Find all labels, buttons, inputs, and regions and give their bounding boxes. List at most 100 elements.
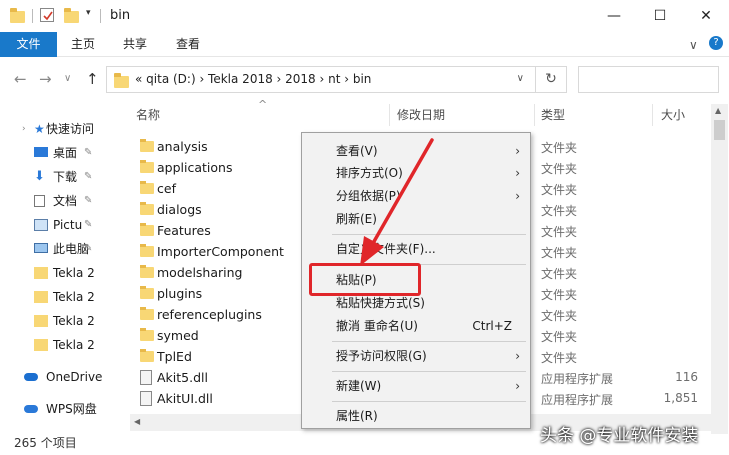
help-icon[interactable]: ? bbox=[709, 36, 723, 50]
file-name: referenceplugins bbox=[157, 307, 262, 322]
column-divider[interactable] bbox=[534, 104, 535, 126]
menu-item-label: 属性(R) bbox=[336, 409, 378, 423]
breadcrumb[interactable]: « qita (D:) › Tekla 2018 › 2018 › nt › b… bbox=[135, 72, 371, 86]
menu-separator bbox=[332, 401, 526, 402]
refresh-button[interactable]: ↻ bbox=[535, 66, 567, 93]
document-icon bbox=[34, 195, 45, 207]
column-divider[interactable] bbox=[389, 104, 390, 126]
nav-item-label: 快速访问 bbox=[46, 122, 95, 136]
nav-item-label: OneDrive bbox=[46, 370, 103, 384]
folder-icon bbox=[34, 267, 48, 279]
scroll-up-icon[interactable]: ▲ bbox=[715, 106, 721, 115]
minimize-button[interactable]: — bbox=[591, 0, 637, 32]
dll-file-icon bbox=[140, 370, 152, 385]
folder-icon bbox=[140, 223, 154, 236]
search-input[interactable] bbox=[578, 66, 719, 93]
forward-button[interactable]: → bbox=[39, 70, 52, 88]
scroll-thumb[interactable] bbox=[714, 120, 725, 140]
folder-icon bbox=[34, 315, 48, 327]
watermark: 头条 @专业软件安装 bbox=[540, 426, 699, 446]
back-button[interactable]: ← bbox=[14, 70, 27, 88]
file-type: 文件夹 bbox=[541, 225, 578, 239]
menu-item-give-access[interactable]: 授予访问权限(G) › bbox=[302, 345, 530, 367]
menu-item-properties[interactable]: 属性(R) bbox=[302, 405, 530, 427]
address-bar[interactable]: « qita (D:) › Tekla 2018 › 2018 › nt › b… bbox=[106, 66, 567, 93]
nav-item-this-pc[interactable]: 此电脑 ✎ bbox=[0, 238, 130, 260]
tab-share[interactable]: 共享 bbox=[114, 32, 156, 57]
file-size: 116 bbox=[675, 370, 698, 384]
column-divider[interactable] bbox=[652, 104, 653, 126]
file-type: 文件夹 bbox=[541, 351, 578, 365]
nav-item-pictures[interactable]: Pictu ✎ bbox=[0, 214, 130, 236]
file-type: 文件夹 bbox=[541, 309, 578, 323]
tab-view[interactable]: 查看 bbox=[167, 32, 209, 57]
pin-icon: ✎ bbox=[84, 171, 93, 182]
menu-separator bbox=[332, 341, 526, 342]
customize-quick-access-icon[interactable]: ▾ bbox=[86, 8, 100, 22]
menu-item-new[interactable]: 新建(W) › bbox=[302, 375, 530, 397]
menu-item-undo-rename[interactable]: 撤消 重命名(U) Ctrl+Z bbox=[302, 315, 530, 337]
nav-item-label: WPS网盘 bbox=[46, 402, 97, 416]
new-folder-icon[interactable] bbox=[64, 8, 79, 23]
nav-item-documents[interactable]: 文档 ✎ bbox=[0, 190, 130, 212]
ribbon: 文件 主页 共享 查看 ∨ ? bbox=[0, 32, 729, 57]
nav-item-tekla-4[interactable]: Tekla 2 bbox=[0, 334, 130, 356]
folder-icon bbox=[140, 202, 154, 215]
file-size: 1,851 bbox=[663, 391, 698, 405]
nav-item-desktop[interactable]: 桌面 ✎ bbox=[0, 142, 130, 164]
column-header-size[interactable]: 大小 bbox=[661, 104, 685, 126]
divider bbox=[32, 9, 33, 23]
recent-locations-button[interactable]: ∨ bbox=[64, 73, 71, 84]
column-header-type[interactable]: 类型 bbox=[541, 104, 565, 126]
menu-item-customize-folder[interactable]: 自定义文件夹(F)... bbox=[302, 238, 530, 260]
nav-item-downloads[interactable]: ⬇ 下载 ✎ bbox=[0, 166, 130, 188]
file-name: ImporterComponent bbox=[157, 244, 284, 259]
maximize-button[interactable]: ☐ bbox=[637, 0, 683, 32]
file-type: 文件夹 bbox=[541, 141, 578, 155]
submenu-arrow-icon: › bbox=[515, 349, 520, 363]
menu-item-label: 新建(W) bbox=[336, 379, 382, 393]
nav-item-onedrive[interactable]: OneDrive bbox=[0, 366, 130, 388]
chevron-down-icon[interactable]: ∨ bbox=[689, 38, 698, 52]
onedrive-icon bbox=[24, 373, 38, 381]
menu-item-refresh[interactable]: 刷新(E) bbox=[302, 208, 530, 230]
nav-item-label: 下载 bbox=[53, 170, 78, 184]
address-dropdown-icon[interactable]: ∨ bbox=[517, 73, 524, 84]
properties-icon[interactable] bbox=[40, 8, 54, 22]
scroll-left-icon[interactable]: ◀ bbox=[134, 417, 140, 426]
menu-item-view[interactable]: 查看(V) › bbox=[302, 140, 530, 162]
vertical-scrollbar[interactable]: ▲ bbox=[711, 104, 728, 434]
nav-item-tekla-1[interactable]: Tekla 2 bbox=[0, 262, 130, 284]
nav-item-quick-access[interactable]: › ★ 快速访问 bbox=[0, 118, 130, 140]
pictures-icon bbox=[34, 219, 48, 231]
wps-cloud-icon bbox=[24, 405, 38, 413]
computer-icon bbox=[34, 243, 48, 253]
nav-item-label: 文档 bbox=[53, 194, 78, 208]
menu-item-group-by[interactable]: 分组依据(P) › bbox=[302, 185, 530, 207]
column-header-modified[interactable]: 修改日期 bbox=[397, 104, 445, 126]
dll-file-icon bbox=[140, 391, 152, 406]
menu-item-label: 自定义文件夹(F)... bbox=[336, 242, 436, 256]
file-name: modelsharing bbox=[157, 265, 243, 280]
file-name: symed bbox=[157, 328, 199, 343]
file-name: Features bbox=[157, 223, 211, 238]
menu-separator bbox=[332, 371, 526, 372]
nav-item-tekla-2[interactable]: Tekla 2 bbox=[0, 286, 130, 308]
submenu-arrow-icon: › bbox=[515, 189, 520, 203]
file-type: 文件夹 bbox=[541, 162, 578, 176]
column-header-name[interactable]: 名称 bbox=[136, 104, 160, 126]
expand-icon[interactable]: › bbox=[22, 118, 26, 140]
folder-icon bbox=[140, 349, 154, 362]
file-name: TplEd bbox=[157, 349, 192, 364]
nav-item-tekla-3[interactable]: Tekla 2 bbox=[0, 310, 130, 332]
nav-item-wps-cloud[interactable]: WPS网盘 bbox=[0, 398, 130, 420]
menu-item-sort-by[interactable]: 排序方式(O) › bbox=[302, 162, 530, 184]
up-button[interactable]: ↑ bbox=[86, 70, 99, 88]
navigation-row: ← → ∨ ↑ « qita (D:) › Tekla 2018 › 2018 … bbox=[0, 62, 729, 96]
menu-item-label: 撤消 重命名(U) bbox=[336, 319, 418, 333]
close-button[interactable]: ✕ bbox=[683, 0, 729, 32]
tab-home[interactable]: 主页 bbox=[62, 32, 104, 57]
folder-icon bbox=[140, 181, 154, 194]
tab-file[interactable]: 文件 bbox=[0, 32, 57, 57]
nav-item-label: Tekla 2 bbox=[53, 290, 95, 304]
